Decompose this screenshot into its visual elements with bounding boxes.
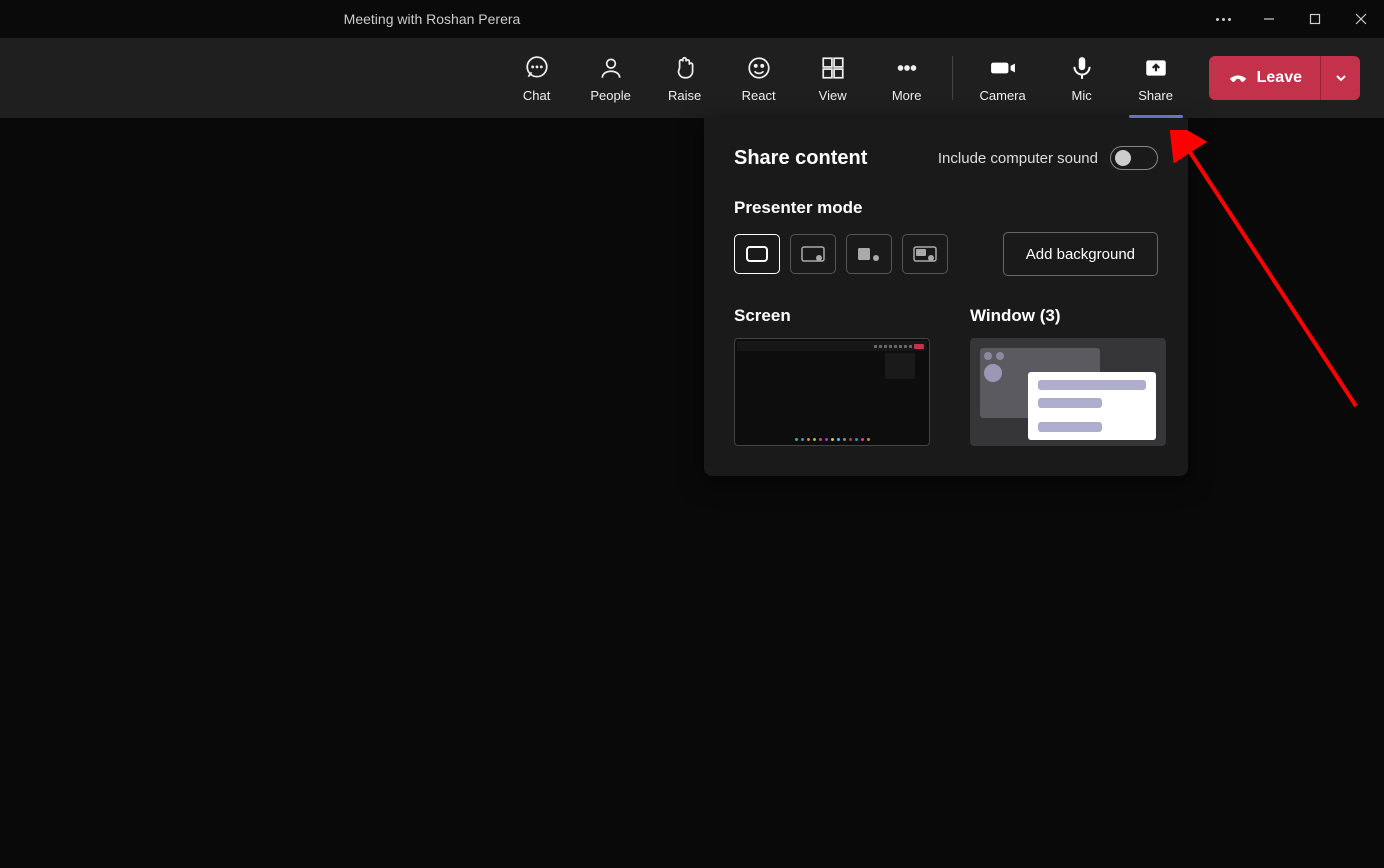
window-title-wrap: Meeting with Roshan Perera xyxy=(0,11,1384,27)
presenter-mode-standout[interactable] xyxy=(790,234,836,274)
chevron-down-icon xyxy=(1334,71,1348,85)
minimize-button[interactable] xyxy=(1246,0,1292,38)
maximize-button[interactable] xyxy=(1292,0,1338,38)
maximize-icon xyxy=(1308,12,1322,26)
titlebar: Meeting with Roshan Perera xyxy=(0,0,1384,38)
leave-label: Leave xyxy=(1257,69,1302,87)
minimize-icon xyxy=(1262,12,1276,26)
chat-icon xyxy=(523,54,551,82)
raise-button[interactable]: Raise xyxy=(650,46,720,110)
add-background-button[interactable]: Add background xyxy=(1003,232,1158,276)
include-sound-row: Include computer sound xyxy=(938,146,1158,170)
chat-button[interactable]: Chat xyxy=(502,46,572,110)
close-icon xyxy=(1354,12,1368,26)
titlebar-controls xyxy=(1200,0,1384,38)
share-button[interactable]: Share xyxy=(1121,46,1191,110)
presenter-mode-row: Add background xyxy=(734,232,1158,276)
raise-label: Raise xyxy=(668,88,701,103)
people-button[interactable]: People xyxy=(576,46,646,110)
panel-header: Share content Include computer sound xyxy=(734,146,1158,170)
meeting-toolbar: Chat People Raise React View More xyxy=(0,38,1384,118)
presenter-mode-title: Presenter mode xyxy=(734,198,1158,218)
view-button[interactable]: View xyxy=(798,46,868,110)
react-label: React xyxy=(742,88,776,103)
view-label: View xyxy=(819,88,847,103)
presenter-mode-side-by-side[interactable] xyxy=(846,234,892,274)
share-content-panel: Share content Include computer sound Pre… xyxy=(704,118,1188,476)
leave-group: Leave xyxy=(1209,56,1360,100)
chat-label: Chat xyxy=(523,88,550,103)
presenter-mode-content-only[interactable] xyxy=(734,234,780,274)
screen-title: Screen xyxy=(734,306,930,326)
hangup-icon xyxy=(1227,67,1249,89)
window-title-label: Window (3) xyxy=(970,306,1166,326)
share-label: Share xyxy=(1138,88,1173,103)
raise-hand-icon xyxy=(671,54,699,82)
share-options-row: Screen Window (3) xyxy=(734,306,1158,446)
more-icon xyxy=(893,54,921,82)
screen-column: Screen xyxy=(734,306,930,446)
react-button[interactable]: React xyxy=(724,46,794,110)
close-button[interactable] xyxy=(1338,0,1384,38)
camera-label: Camera xyxy=(980,88,1026,103)
leave-button[interactable]: Leave xyxy=(1209,56,1320,100)
presenter-mode-reporter[interactable] xyxy=(902,234,948,274)
people-label: People xyxy=(590,88,630,103)
more-label: More xyxy=(892,88,922,103)
window-share-option[interactable] xyxy=(970,338,1166,446)
add-background-label: Add background xyxy=(1026,246,1135,263)
react-icon xyxy=(745,54,773,82)
mic-button[interactable]: Mic xyxy=(1047,46,1117,110)
window-column: Window (3) xyxy=(970,306,1166,446)
ellipsis-icon xyxy=(1216,18,1231,21)
window-title: Meeting with Roshan Perera xyxy=(344,11,521,27)
camera-icon xyxy=(989,54,1017,82)
share-icon xyxy=(1142,54,1170,82)
toolbar-divider xyxy=(952,56,953,100)
view-icon xyxy=(819,54,847,82)
people-icon xyxy=(597,54,625,82)
share-content-title: Share content xyxy=(734,147,867,170)
ellipsis-button[interactable] xyxy=(1200,0,1246,38)
mic-label: Mic xyxy=(1072,88,1092,103)
leave-dropdown[interactable] xyxy=(1320,56,1360,100)
include-sound-toggle[interactable] xyxy=(1110,146,1158,170)
include-sound-label: Include computer sound xyxy=(938,150,1098,167)
more-button[interactable]: More xyxy=(872,46,942,110)
screen-share-option[interactable] xyxy=(734,338,930,446)
camera-button[interactable]: Camera xyxy=(963,46,1043,110)
mic-icon xyxy=(1068,54,1096,82)
